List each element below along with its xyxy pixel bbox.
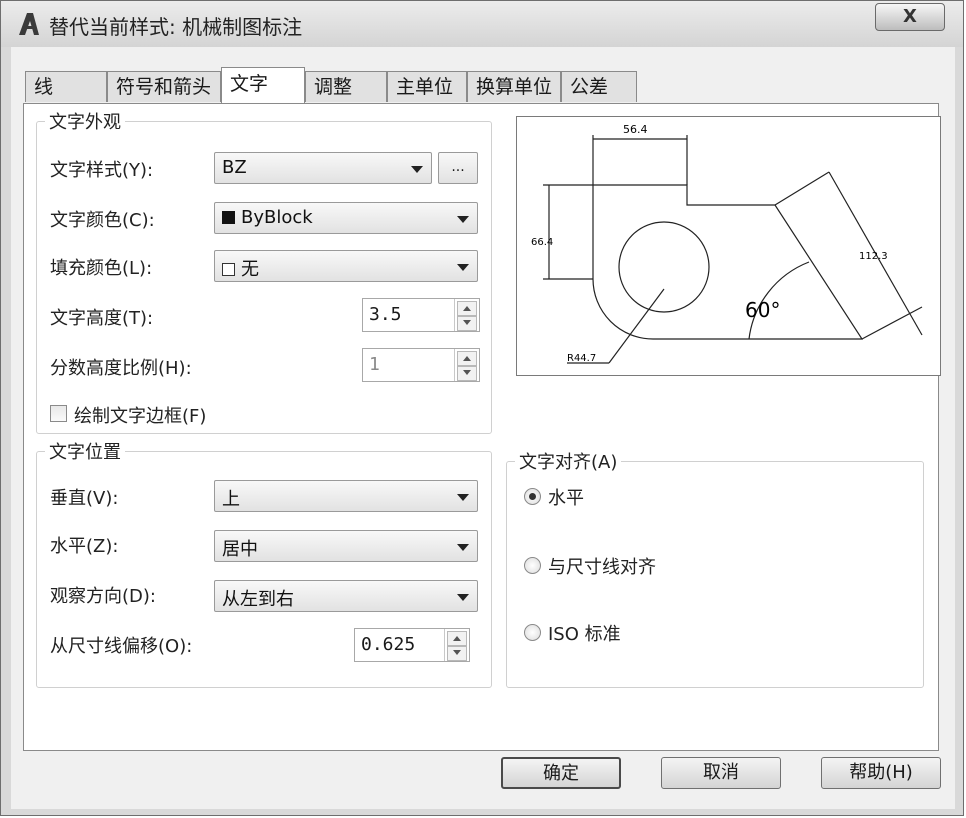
help-button[interactable]: 帮助(H) — [821, 757, 941, 789]
fill-color-value: 无 — [241, 259, 259, 280]
tab-alternate-units[interactable]: 换算单位 — [467, 71, 561, 102]
dim-left-text: 66.4 — [531, 237, 553, 248]
draw-frame-label: 绘制文字边框(F) — [74, 406, 207, 427]
chevron-down-icon — [457, 594, 469, 601]
align-horizontal-radio[interactable] — [524, 488, 541, 505]
angle-text: 60° — [745, 298, 780, 322]
fraction-height-spinner: 1 — [362, 348, 480, 382]
chevron-down-icon — [457, 494, 469, 501]
autocad-logo-icon — [19, 13, 39, 35]
text-placement-legend: 文字位置 — [49, 442, 121, 463]
dim-slant-text: 112.3 — [859, 251, 888, 262]
text-color-value: ByBlock — [241, 207, 313, 228]
spin-up-icon — [457, 351, 477, 366]
text-style-dropdown[interactable]: BZ — [214, 152, 432, 184]
preview-drawing: 56.4 66.4 112.3 60° R44.7 — [531, 123, 923, 364]
horizontal-label: 水平(Z): — [50, 536, 119, 557]
text-style-value: BZ — [222, 157, 247, 178]
horizontal-dropdown[interactable]: 居中 — [214, 530, 478, 562]
text-appearance-legend: 文字外观 — [49, 112, 121, 133]
dimension-preview: 56.4 66.4 112.3 60° R44.7 — [516, 116, 941, 376]
radius-leader — [608, 288, 665, 364]
tab-text[interactable]: 文字 — [221, 67, 305, 103]
ok-button[interactable]: 确定 — [501, 757, 621, 789]
align-iso-label: ISO 标准 — [548, 624, 621, 645]
spin-up-icon[interactable] — [457, 301, 477, 316]
offset-spinner[interactable]: 0.625 — [354, 628, 470, 662]
align-horizontal-label: 水平 — [548, 488, 584, 509]
tab-tolerances[interactable]: 公差 — [561, 71, 637, 102]
draw-frame-checkbox[interactable] — [50, 405, 67, 422]
empty-swatch-icon — [222, 263, 235, 276]
align-iso-radio[interactable] — [524, 624, 541, 641]
chevron-down-icon — [457, 264, 469, 271]
title-bar: 替代当前样式: 机械制图标注 X — [1, 1, 963, 47]
dim-top-text: 56.4 — [623, 123, 648, 136]
tab-symbols-arrows[interactable]: 符号和箭头 — [107, 71, 221, 102]
fill-color-dropdown[interactable]: 无 — [214, 250, 478, 282]
text-alignment-legend: 文字对齐(A) — [519, 452, 618, 473]
view-direction-dropdown[interactable]: 从左到右 — [214, 580, 478, 612]
text-color-dropdown[interactable]: ByBlock — [214, 202, 478, 234]
color-swatch-icon — [222, 211, 235, 224]
spin-down-icon[interactable] — [457, 316, 477, 331]
fill-color-label: 填充颜色(L): — [50, 258, 153, 279]
text-height-value: 3.5 — [369, 304, 402, 325]
vertical-value: 上 — [222, 489, 240, 510]
dialog-client: 线 符号和箭头 文字 调整 主单位 换算单位 公差 文字外观 文字样式(Y): … — [11, 47, 955, 809]
chevron-down-icon — [457, 216, 469, 223]
window-title: 替代当前样式: 机械制图标注 — [49, 15, 303, 39]
view-direction-label: 观察方向(D): — [50, 586, 156, 607]
radius-text: R44.7 — [567, 353, 596, 364]
text-height-spinner[interactable]: 3.5 — [362, 298, 480, 332]
text-style-label: 文字样式(Y): — [50, 160, 154, 181]
align-with-dimline-radio[interactable] — [524, 557, 541, 574]
close-button[interactable]: X — [875, 3, 945, 31]
tab-panel-text: 文字外观 文字样式(Y): BZ ... 文字颜色(C): ByBlock 填充… — [23, 103, 941, 751]
offset-value: 0.625 — [361, 634, 416, 655]
vertical-label: 垂直(V): — [50, 488, 119, 509]
cancel-button[interactable]: 取消 — [661, 757, 781, 789]
align-with-dimline-label: 与尺寸线对齐 — [548, 557, 656, 578]
vertical-dropdown[interactable]: 上 — [214, 480, 478, 512]
spin-down-icon — [457, 366, 477, 381]
hole-circle — [618, 221, 710, 313]
fraction-height-label: 分数高度比例(H): — [50, 358, 192, 379]
tab-lines[interactable]: 线 — [25, 71, 107, 102]
view-direction-value: 从左到右 — [222, 589, 294, 610]
spin-down-icon[interactable] — [447, 646, 467, 661]
offset-label: 从尺寸线偏移(O): — [50, 636, 193, 657]
tab-primary-units[interactable]: 主单位 — [387, 71, 467, 102]
fraction-height-value: 1 — [369, 354, 380, 375]
text-style-browse-button[interactable]: ... — [438, 152, 478, 184]
tab-fit[interactable]: 调整 — [305, 71, 387, 102]
spin-up-icon[interactable] — [447, 631, 467, 646]
chevron-down-icon — [457, 544, 469, 551]
horizontal-value: 居中 — [222, 539, 258, 560]
dialog-window: 替代当前样式: 机械制图标注 X 线 符号和箭头 文字 调整 主单位 换算单位 … — [0, 0, 964, 816]
part-outline — [592, 184, 864, 340]
chevron-down-icon — [411, 166, 423, 173]
text-height-label: 文字高度(T): — [50, 308, 154, 329]
text-color-label: 文字颜色(C): — [50, 210, 155, 231]
